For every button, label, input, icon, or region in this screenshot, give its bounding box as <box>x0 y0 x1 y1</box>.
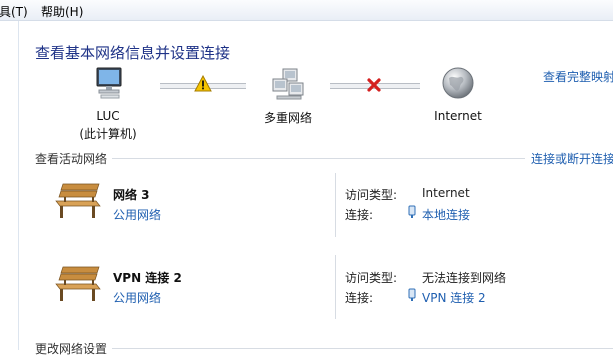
change-settings-title: 更改网络设置 <box>35 342 108 356</box>
bench-icon <box>53 265 103 306</box>
access-type-label: 访问类型: <box>345 188 398 202</box>
network-type-link[interactable]: 公用网络 <box>113 289 161 306</box>
multiple-networks-label: 多重网络 <box>263 111 312 125</box>
network-type-link[interactable]: 公用网络 <box>113 206 161 223</box>
internet-globe-icon[interactable] <box>441 66 475 103</box>
menu-help[interactable]: 帮助(H) <box>41 3 83 20</box>
active-networks-title: 查看活动网络 <box>35 152 108 166</box>
page-title: 查看基本网络信息并设置连接 <box>35 44 231 62</box>
network-adapter-icon <box>407 205 417 222</box>
section-divider <box>112 158 525 159</box>
vertical-divider <box>335 173 336 237</box>
vertical-divider <box>335 255 336 319</box>
local-connection-link[interactable]: 本地连接 <box>422 206 470 223</box>
vpn-connection-link[interactable]: VPN 连接 2 <box>422 289 486 306</box>
warning-icon[interactable] <box>194 74 212 95</box>
menu-tools[interactable]: 具(T) <box>0 3 28 20</box>
connection-label: 连接: <box>345 291 374 305</box>
computer-name: LUC <box>96 109 120 123</box>
computer-note: (此计算机) <box>79 127 137 141</box>
section-divider <box>112 348 613 349</box>
disconnected-x-icon[interactable] <box>366 77 382 96</box>
multiple-networks-icon[interactable] <box>271 67 307 104</box>
network-name: 网络 3 <box>113 188 150 202</box>
network-name: VPN 连接 2 <box>113 271 182 285</box>
menu-bar: 具(T) 帮助(H) <box>0 0 613 21</box>
access-type-label: 访问类型: <box>345 271 398 285</box>
computer-icon <box>93 66 127 103</box>
internet-label: Internet <box>434 109 482 123</box>
network-adapter-icon <box>407 288 417 305</box>
connection-label: 连接: <box>345 208 374 222</box>
access-type-value: Internet <box>422 186 470 200</box>
connect-disconnect-link[interactable]: 连接或断开连接 <box>531 150 613 167</box>
view-full-map-link[interactable]: 查看完整映射 <box>543 68 613 85</box>
bench-icon <box>53 182 103 223</box>
access-type-value: 无法连接到网络 <box>422 271 507 285</box>
